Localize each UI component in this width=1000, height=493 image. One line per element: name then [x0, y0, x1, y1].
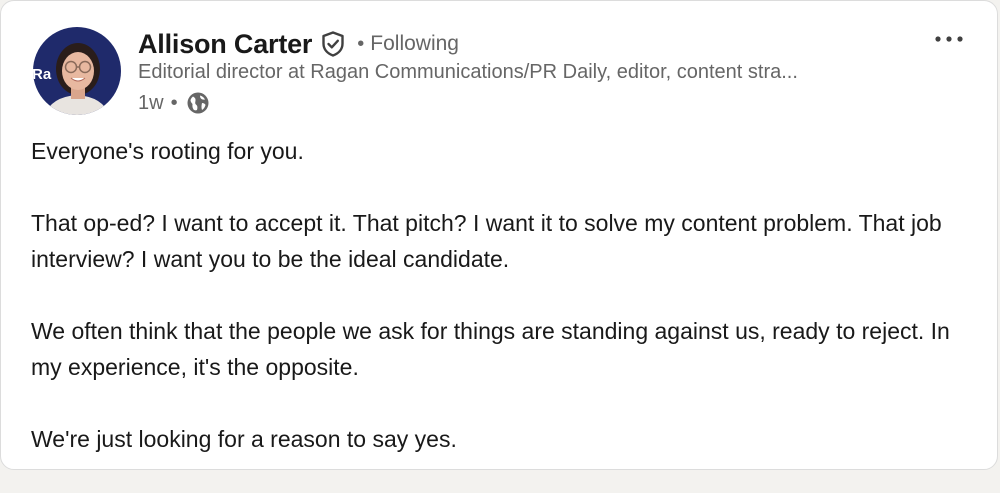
post-paragraph: We're just looking for a reason to say y…: [31, 426, 457, 452]
post-body: Everyone's rooting for you. That op-ed? …: [31, 133, 971, 493]
post-meta: 1w •: [138, 89, 210, 117]
post-card: Ra Allison Carter • Following Editorial …: [0, 0, 998, 470]
follow-status[interactable]: Following: [370, 32, 459, 56]
post-paragraph: We often think that the people we ask fo…: [31, 318, 950, 380]
meta-separator: •: [170, 91, 178, 114]
avatar-backdrop-text: Ra: [33, 66, 52, 83]
author-avatar[interactable]: Ra: [33, 27, 121, 115]
author-name-row: Allison Carter • Following: [138, 25, 459, 63]
verified-shield-icon: [321, 31, 345, 57]
globe-icon: [186, 91, 210, 115]
post-age[interactable]: 1w: [138, 92, 164, 115]
ellipsis-icon: [935, 36, 963, 42]
post-paragraph: That op-ed? I want to accept it. That pi…: [31, 210, 942, 272]
post-paragraph: Everyone's rooting for you.: [31, 138, 304, 164]
name-separator: •: [357, 32, 365, 55]
more-options-button[interactable]: [927, 23, 971, 55]
avatar-photo: Ra: [33, 27, 121, 115]
author-name[interactable]: Allison Carter: [138, 29, 312, 60]
author-headline: Editorial director at Ragan Communicatio…: [138, 61, 798, 83]
